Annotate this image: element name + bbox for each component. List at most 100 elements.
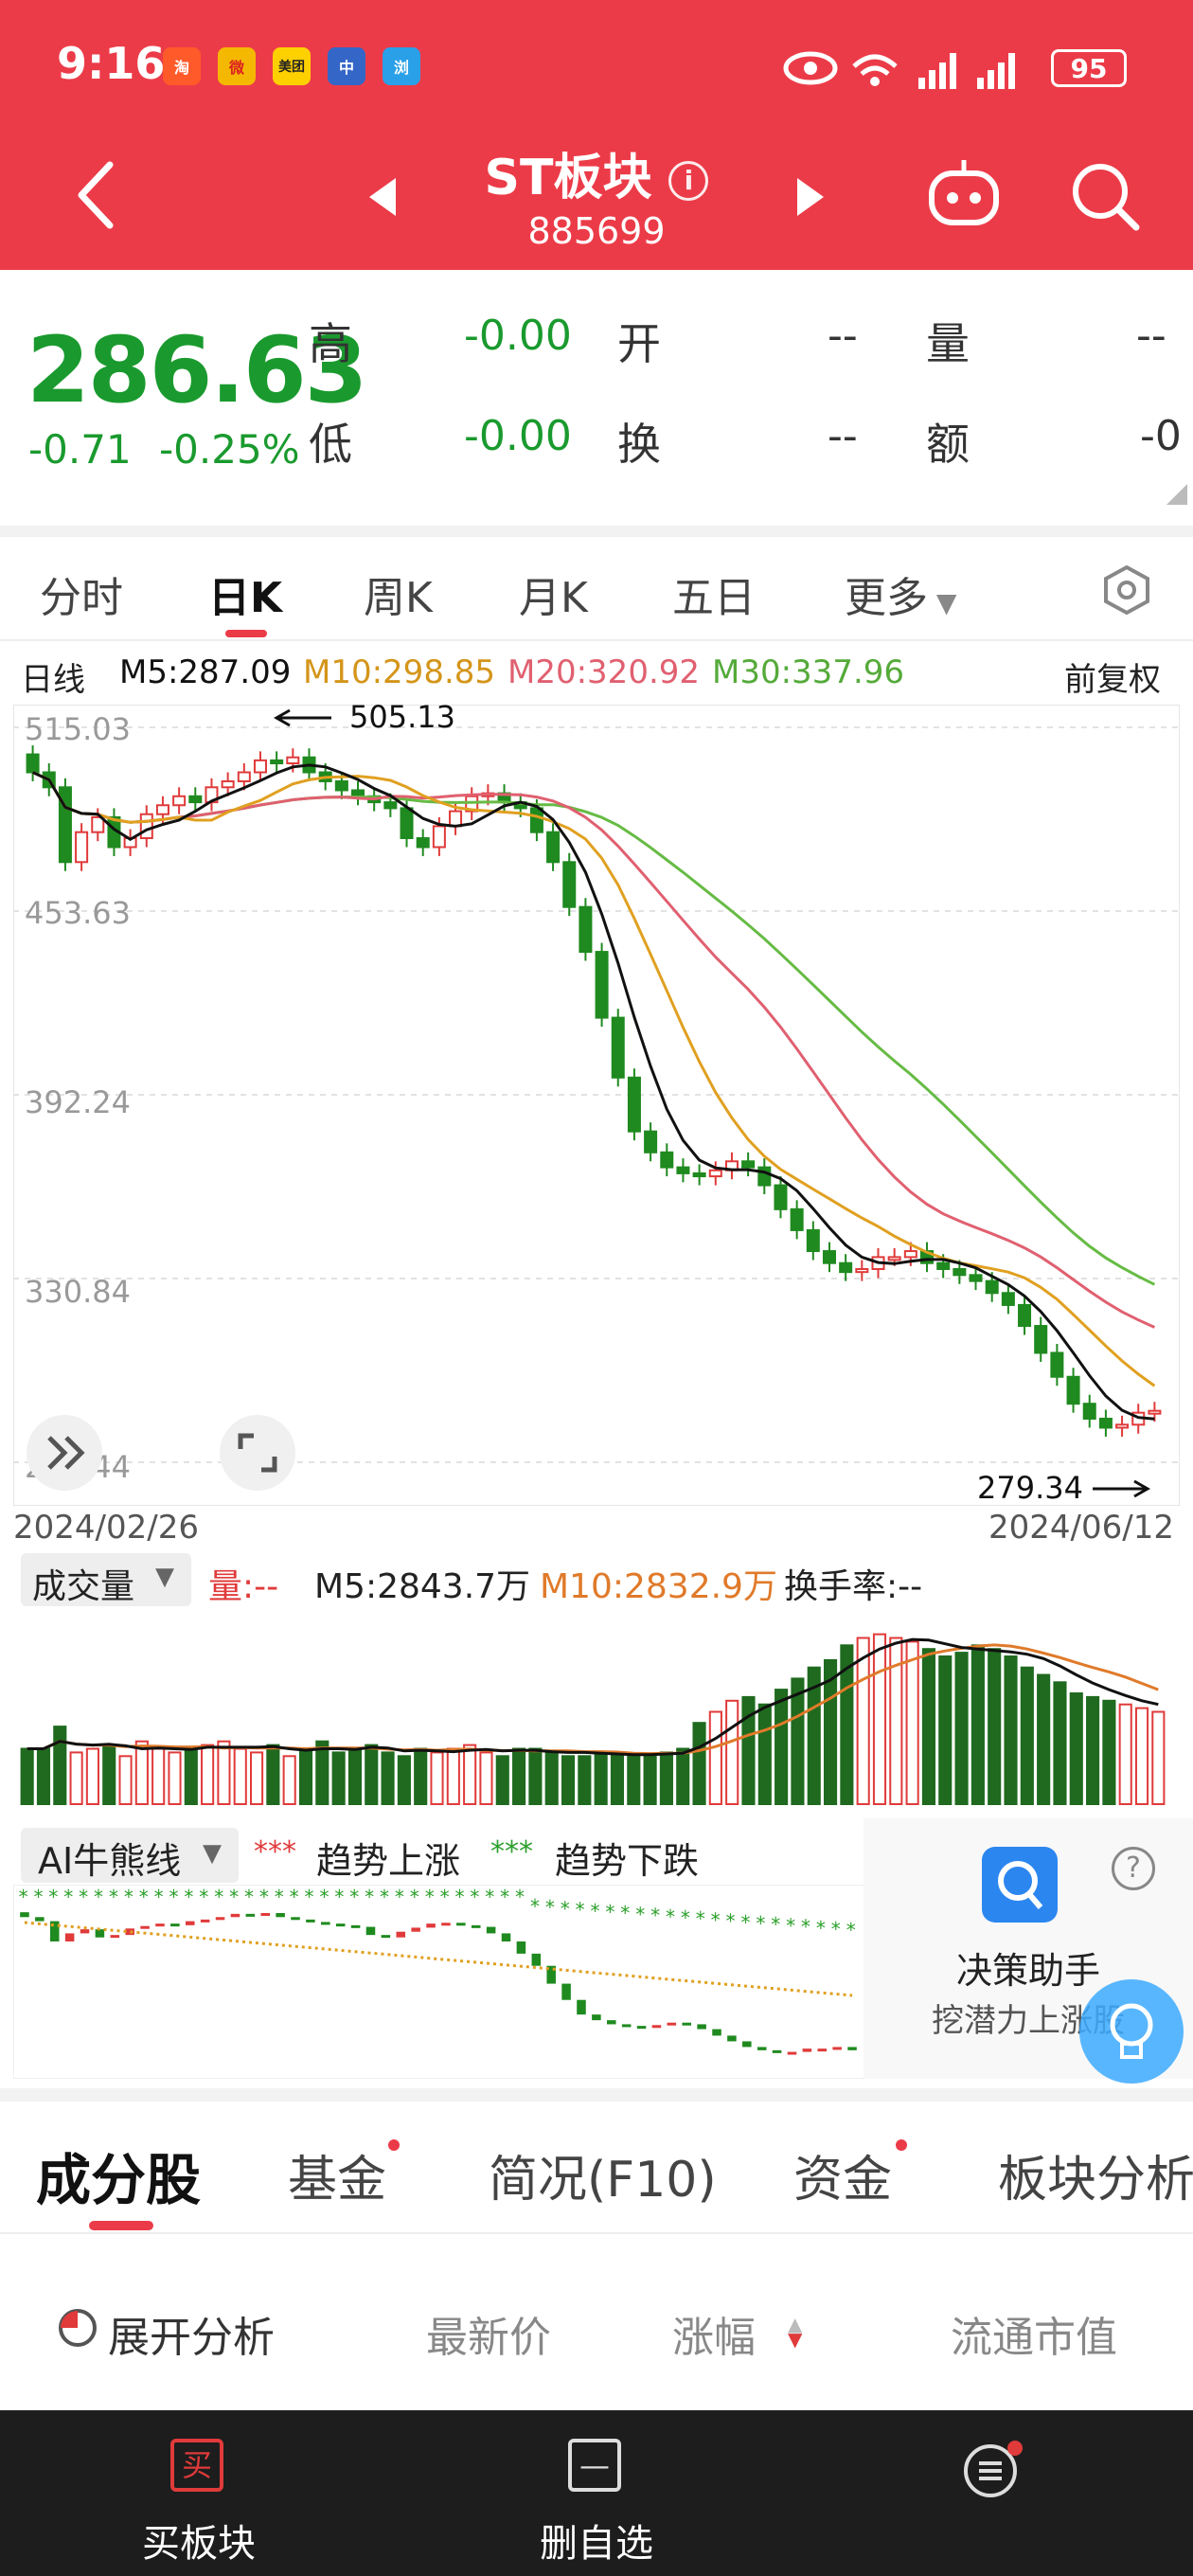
volume-bar	[544, 1751, 559, 1805]
tab-sector-analysis[interactable]: 板块分析	[998, 2139, 1193, 2210]
next-sector-icon[interactable]	[795, 176, 826, 218]
fullscreen-button[interactable]	[220, 1415, 295, 1491]
ai-candle	[245, 1913, 256, 1917]
ai-candle	[140, 1925, 150, 1929]
ai-candle	[200, 1919, 210, 1923]
ai-candle	[667, 2022, 677, 2026]
tab-intraday[interactable]: 分时	[40, 564, 123, 624]
trend-star: *	[259, 1886, 269, 1908]
candle	[383, 801, 398, 810]
candle	[757, 1166, 772, 1187]
open-label: 开	[617, 318, 661, 369]
ai-candle	[306, 1919, 315, 1923]
candle	[172, 795, 187, 807]
tab-profile-f10[interactable]: 简况(F10)	[489, 2139, 717, 2210]
adjust-mode[interactable]: 前复权	[1064, 653, 1161, 700]
volume-bar	[938, 1655, 953, 1805]
volume-bar	[381, 1751, 395, 1805]
column-latest-price[interactable]: 最新价	[426, 2303, 551, 2364]
tab-capital[interactable]: 资金	[793, 2139, 892, 2210]
dropdown-icon: ▼	[928, 587, 957, 618]
expand-corner-icon[interactable]	[1166, 484, 1187, 505]
volume-bar	[905, 1640, 919, 1806]
candle	[936, 1261, 951, 1271]
volume-bar	[578, 1755, 592, 1806]
tab-active-indicator	[225, 630, 267, 637]
trend-star: *	[711, 1908, 721, 1931]
candle	[839, 1261, 853, 1274]
candle	[188, 795, 203, 804]
trend-star: *	[605, 1901, 614, 1923]
column-float-cap[interactable]: 流通市值	[951, 2303, 1117, 2364]
trend-star: *	[620, 1902, 630, 1924]
ai-candle	[441, 1923, 451, 1926]
low-label: 低	[309, 419, 352, 470]
candle	[774, 1184, 788, 1210]
ai-candle	[847, 2047, 857, 2050]
section-tabs: 成分股 基金 简况(F10) 资金 板块分析	[0, 2102, 1193, 2234]
ai-candle	[577, 1999, 586, 2015]
volume-bar	[757, 1703, 772, 1805]
expand-analysis-button[interactable]: 展开分析	[108, 2303, 275, 2364]
trend-star: *	[365, 1886, 374, 1908]
info-icon[interactable]: i	[668, 161, 709, 201]
trend-star: *	[275, 1886, 284, 1908]
volume-indicator-label: 成交量	[32, 1567, 135, 1606]
help-icon[interactable]: ?	[1112, 1847, 1155, 1890]
sort-icon[interactable]: ▲ ▼	[788, 2315, 802, 2349]
ai-candle	[787, 2051, 797, 2055]
ai-bull-bear-chart[interactable]: * * * * * * * * * * * * * * * * * * * * * * * * * * * * * * * * * * * * * * * *…	[13, 1885, 865, 2079]
candle	[139, 813, 153, 840]
robot-assistant-icon[interactable]	[926, 156, 1002, 232]
high-value: -0.00	[464, 312, 572, 360]
expand-sidebar-button[interactable]	[27, 1415, 102, 1491]
y-tick-label: 515.03	[25, 711, 131, 747]
trend-star: *	[79, 1886, 88, 1908]
turnover-value: --	[828, 412, 858, 460]
search-icon[interactable]	[1068, 159, 1144, 235]
trend-star: *	[666, 1905, 675, 1928]
low-value: -0.00	[464, 412, 572, 460]
trend-star: *	[726, 1910, 736, 1933]
ma20-line	[31, 771, 1156, 1329]
ai-candle	[350, 1924, 361, 1928]
tab-five-day[interactable]: 五日	[672, 564, 756, 624]
trend-star: *	[139, 1886, 149, 1908]
tab-daily-k[interactable]: 日K	[208, 564, 282, 624]
trend-star: *	[470, 1886, 479, 1908]
trend-star: *	[591, 1900, 600, 1923]
chart-settings-icon[interactable]	[1100, 564, 1153, 617]
ai-candle	[426, 1923, 436, 1928]
tab-weekly-k[interactable]: 周K	[364, 564, 433, 624]
trend-star: *	[740, 1911, 750, 1934]
trend-star: *	[229, 1886, 239, 1908]
column-change-pct[interactable]: 涨幅	[672, 2303, 756, 2364]
volume-bar	[249, 1751, 264, 1805]
trend-star: *	[124, 1886, 134, 1908]
volume-bar	[463, 1744, 477, 1806]
ai-candle	[757, 2047, 767, 2050]
trend-star: *	[290, 1886, 299, 1908]
remove-watchlist-button[interactable]: — 删自选	[454, 2410, 739, 2576]
sector-code: 885699	[527, 210, 666, 252]
minus-box-icon: —	[568, 2439, 621, 2492]
lightbulb-icon[interactable]	[1079, 1979, 1184, 2084]
candlestick-chart[interactable]: 515.03 453.63 392.24 330.84 269.44 505.1…	[13, 705, 1180, 1506]
volume-value-label: 量:--	[208, 1567, 279, 1606]
buy-sector-button[interactable]: 买 买板块	[57, 2410, 341, 2576]
ai-candle	[561, 1983, 571, 2000]
weibo-icon: 微	[218, 47, 256, 85]
down-trend-marker: ***	[490, 1835, 533, 1869]
tab-monthly-k[interactable]: 月K	[519, 564, 588, 624]
candle	[237, 771, 251, 782]
volume-bar	[365, 1744, 379, 1806]
menu-button[interactable]	[852, 2410, 1136, 2576]
volume-chart[interactable]	[13, 1610, 1180, 1814]
tab-funds[interactable]: 基金	[288, 2139, 386, 2210]
trend-star: *	[305, 1886, 314, 1908]
tab-more[interactable]: 更多 ▼	[845, 564, 956, 624]
tab-constituents[interactable]: 成分股	[36, 2136, 201, 2215]
candle	[546, 831, 561, 864]
decision-helper-card[interactable]: ? 决策助手 挖潜力上涨股	[864, 1818, 1193, 2084]
ai-candle	[531, 1953, 542, 1966]
